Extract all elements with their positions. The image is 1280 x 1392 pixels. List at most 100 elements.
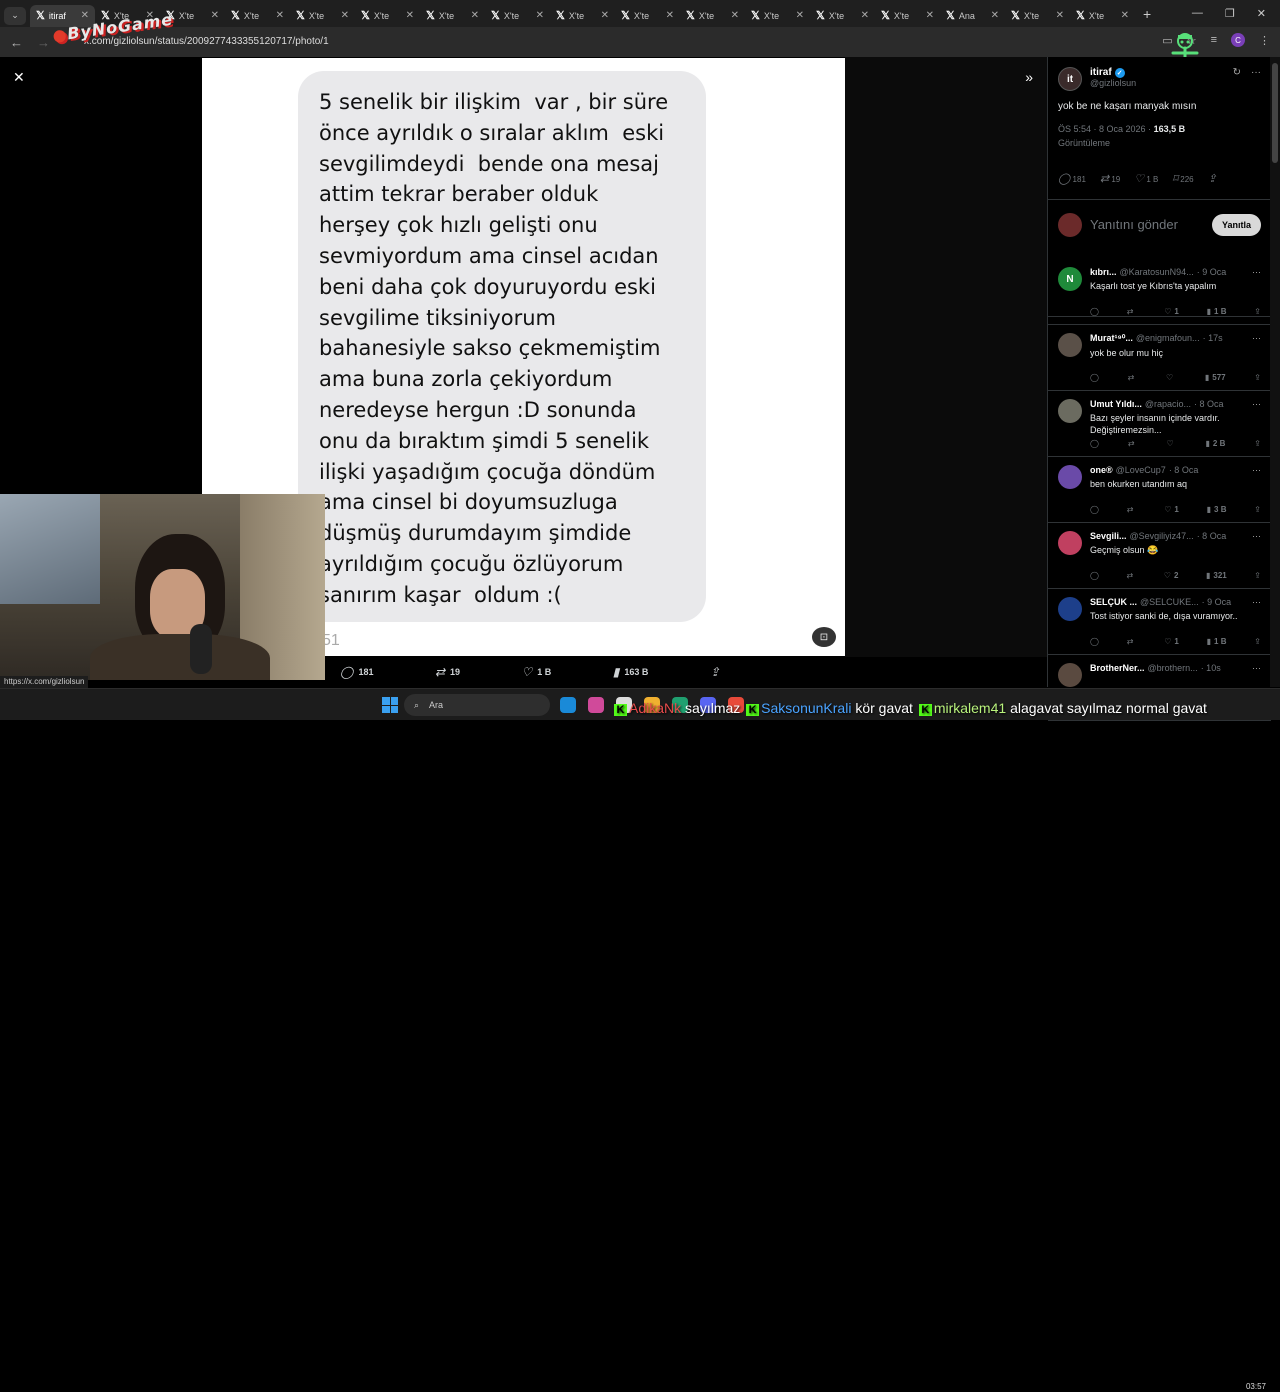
taskbar-search[interactable]: ⌕ Ara: [404, 694, 550, 716]
back-button[interactable]: ←: [10, 35, 23, 50]
tab[interactable]: 𝕏 X'te ✕: [680, 5, 745, 27]
close-tab-icon[interactable]: ✕: [1121, 10, 1129, 21]
reply-handle[interactable]: @rapacio...: [1145, 399, 1191, 409]
tab[interactable]: 𝕏 X'te ✕: [485, 5, 550, 27]
reply-date[interactable]: · 17s: [1203, 333, 1223, 344]
more-icon[interactable]: ···: [1251, 67, 1261, 78]
close-tab-icon[interactable]: ✕: [276, 10, 284, 21]
reply-author[interactable]: SELÇUK ...: [1090, 597, 1137, 607]
reply-icon[interactable]: ◯: [1090, 439, 1099, 448]
reply-date[interactable]: · 9 Oca: [1197, 267, 1227, 277]
reply-handle[interactable]: @KaratosunN94...: [1120, 267, 1194, 277]
reply-date[interactable]: · 8 Oca: [1169, 465, 1199, 475]
post-reply-button[interactable]: ◯ 181: [1058, 172, 1086, 185]
reply-icon[interactable]: ◯: [1090, 637, 1099, 646]
kebab-menu-icon[interactable]: ⋮: [1259, 34, 1270, 47]
close-window-button[interactable]: ✕: [1257, 7, 1266, 20]
more-icon[interactable]: ···: [1252, 663, 1261, 673]
grok-icon[interactable]: ↻: [1233, 67, 1241, 78]
more-icon[interactable]: ···: [1252, 597, 1261, 607]
reply-date[interactable]: · 8 Oca: [1194, 399, 1224, 409]
reply-input[interactable]: Yanıtını gönder: [1090, 217, 1178, 232]
reply-author[interactable]: Umut Yıldı...: [1090, 399, 1142, 409]
bar-chart-icon[interactable]: ▮ 577: [1205, 373, 1226, 382]
more-icon[interactable]: ···: [1252, 333, 1261, 343]
forward-button[interactable]: →: [37, 35, 50, 50]
reply-author[interactable]: BrotherNer...: [1090, 663, 1145, 673]
tab[interactable]: 𝕏 X'te ✕: [745, 5, 810, 27]
tab[interactable]: 𝕏 X'te ✕: [290, 5, 355, 27]
app-icon[interactable]: [560, 697, 576, 713]
reply-submit-button[interactable]: Yanıtla: [1211, 213, 1261, 236]
tab-search-button[interactable]: ⌄: [4, 6, 26, 25]
reply-date[interactable]: · 8 Oca: [1197, 531, 1227, 541]
tab[interactable]: 𝕏 X'te ✕: [420, 5, 485, 27]
close-tab-icon[interactable]: ✕: [536, 10, 544, 21]
avatar[interactable]: N: [1058, 267, 1082, 291]
scrollbar-thumb[interactable]: [1272, 63, 1278, 163]
share-icon[interactable]: ⇪: [1254, 439, 1261, 448]
reply-author[interactable]: Sevgili...: [1090, 531, 1127, 541]
post-timestamp[interactable]: ÖS 5:54 · 8 Oca 2026 ·: [1058, 124, 1151, 134]
close-tab-icon[interactable]: ✕: [211, 10, 219, 21]
reply-icon[interactable]: ◯: [1090, 505, 1099, 514]
reply-handle[interactable]: @enigmafoun...: [1136, 333, 1200, 344]
share-icon[interactable]: ⇪: [1254, 505, 1261, 514]
heart-icon[interactable]: ♡ 2: [1164, 571, 1179, 580]
post-repost-button[interactable]: ⇄ 19: [1100, 172, 1120, 185]
close-tab-icon[interactable]: ✕: [601, 10, 609, 21]
tab[interactable]: 𝕏 X'te ✕: [810, 5, 875, 27]
profile-avatar[interactable]: C: [1231, 33, 1245, 47]
close-tab-icon[interactable]: ✕: [341, 10, 349, 21]
tab[interactable]: 𝕏 X'te ✕: [355, 5, 420, 27]
expand-sidebar-icon[interactable]: »: [1025, 69, 1033, 85]
share-icon[interactable]: ⇪: [1254, 307, 1261, 316]
avatar[interactable]: [1058, 333, 1082, 357]
tab[interactable]: 𝕏 Ana ✕: [940, 5, 1005, 27]
close-tab-icon[interactable]: ✕: [666, 10, 674, 21]
repost-icon[interactable]: ⇄: [1127, 571, 1137, 580]
repost-icon[interactable]: ⇄: [1128, 373, 1138, 382]
avatar[interactable]: it: [1058, 67, 1082, 91]
author-handle[interactable]: @gizliolsun: [1090, 78, 1136, 88]
tab[interactable]: 𝕏 X'te ✕: [1005, 5, 1070, 27]
scrollbar[interactable]: [1270, 57, 1280, 687]
reply-date[interactable]: · 10s: [1201, 663, 1221, 673]
tab[interactable]: 𝕏 X'te ✕: [875, 5, 940, 27]
bar-chart-icon[interactable]: ▮ 2 B: [1206, 439, 1226, 448]
avatar[interactable]: [1058, 531, 1082, 555]
reply-author[interactable]: Murat¹⁹⁰...: [1090, 333, 1133, 344]
avatar[interactable]: [1058, 597, 1082, 621]
tab[interactable]: 𝕏 X'te ✕: [550, 5, 615, 27]
alt-text-icon[interactable]: ⊡: [812, 627, 836, 647]
new-tab-button[interactable]: +: [1135, 6, 1159, 22]
reply-item[interactable]: Nkıbrı... @KaratosunN94... · 9 Oca Kaşarlı …: [1048, 259, 1271, 325]
share-icon[interactable]: ⇪: [1254, 373, 1261, 382]
reply-date[interactable]: · 9 Oca: [1202, 597, 1232, 607]
close-tab-icon[interactable]: ✕: [406, 10, 414, 21]
heart-icon[interactable]: ♡: [1166, 439, 1176, 448]
repost-icon[interactable]: ⇄: [1127, 307, 1137, 316]
more-icon[interactable]: ···: [1252, 267, 1261, 277]
close-tab-icon[interactable]: ✕: [926, 10, 934, 21]
close-tab-icon[interactable]: ✕: [796, 10, 804, 21]
close-tab-icon[interactable]: ✕: [991, 10, 999, 21]
share-icon[interactable]: ⇪: [1254, 571, 1261, 580]
more-icon[interactable]: ···: [1252, 465, 1261, 475]
reply-item[interactable]: Sevgili... @Sevgiliyiz47... · 8 Oca Geçmiş …: [1048, 523, 1271, 589]
share-action[interactable]: ⇪: [710, 664, 720, 680]
more-icon[interactable]: ···: [1252, 399, 1261, 409]
close-tab-icon[interactable]: ✕: [471, 10, 479, 21]
maximize-button[interactable]: ❐: [1225, 7, 1235, 20]
bar-chart-icon[interactable]: ▮ 1 B: [1207, 637, 1227, 646]
repost-icon[interactable]: ⇄: [1127, 637, 1137, 646]
repost-action[interactable]: ⇄ 19: [435, 664, 460, 680]
avatar[interactable]: [1058, 399, 1082, 423]
reply-item[interactable]: SELÇUK ... @SELCUKE... · 9 Oca Tost istiyor…: [1048, 589, 1271, 655]
avatar[interactable]: [1058, 465, 1082, 489]
heart-icon[interactable]: ♡: [1166, 373, 1176, 382]
bar-chart-icon[interactable]: ▮ 321: [1206, 571, 1227, 580]
reply-author[interactable]: kıbrı...: [1090, 267, 1117, 277]
close-tab-icon[interactable]: ✕: [861, 10, 869, 21]
tab[interactable]: 𝕏 X'te ✕: [1070, 5, 1135, 27]
